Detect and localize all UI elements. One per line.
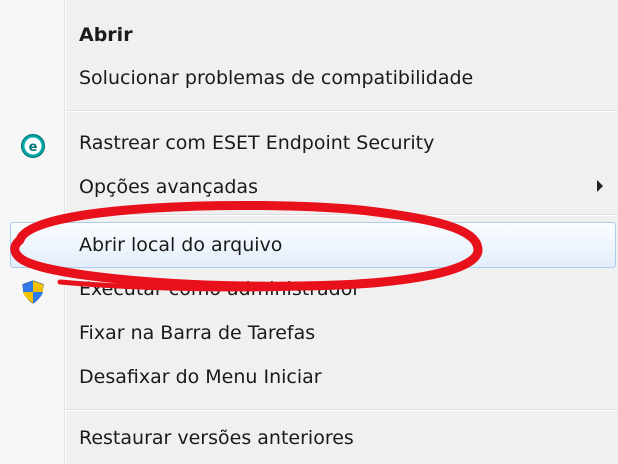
menu-item-executar-admin[interactable]: Executar como administrador bbox=[0, 266, 618, 312]
menu-item-label: Abrir bbox=[79, 24, 133, 46]
svg-text:e: e bbox=[29, 140, 38, 155]
menu-separator bbox=[66, 110, 618, 112]
uac-shield-icon bbox=[20, 276, 46, 304]
menu-item-label: Abrir local do arquivo bbox=[79, 234, 283, 256]
menu-item-label: Fixar na Barra de Tarefas bbox=[79, 322, 316, 344]
eset-icon: e bbox=[20, 130, 46, 158]
menu-separator bbox=[66, 409, 618, 411]
menu-item-label: Opções avançadas bbox=[79, 176, 258, 198]
menu-item-label: Solucionar problemas de compatibilidade bbox=[79, 67, 474, 89]
menu-item-label: Desafixar do Menu Iniciar bbox=[79, 366, 322, 388]
menu-item-label: Executar como administrador bbox=[79, 278, 361, 300]
menu-item-label: Restaurar versões anteriores bbox=[79, 427, 354, 449]
menu-item-restaurar-versoes[interactable]: Restaurar versões anteriores bbox=[0, 415, 618, 461]
menu-item-rastrear-eset[interactable]: e Rastrear com ESET Endpoint Security bbox=[0, 120, 618, 166]
menu-item-solucionar-compatibilidade[interactable]: Solucionar problemas de compatibilidade bbox=[0, 55, 618, 101]
menu-item-desafixar-menu-iniciar[interactable]: Desafixar do Menu Iniciar bbox=[0, 354, 618, 400]
menu-item-fixar-barra-tarefas[interactable]: Fixar na Barra de Tarefas bbox=[0, 310, 618, 356]
submenu-arrow-icon bbox=[597, 180, 603, 192]
menu-item-abrir[interactable]: Abrir bbox=[0, 12, 618, 58]
menu-item-label: Rastrear com ESET Endpoint Security bbox=[79, 132, 435, 154]
menu-item-opcoes-avancadas[interactable]: Opções avançadas bbox=[0, 164, 618, 210]
context-menu: Abrir Solucionar problemas de compatibil… bbox=[0, 0, 618, 464]
menu-item-abrir-local-arquivo[interactable]: Abrir local do arquivo bbox=[0, 222, 618, 268]
menu-separator bbox=[66, 214, 618, 216]
